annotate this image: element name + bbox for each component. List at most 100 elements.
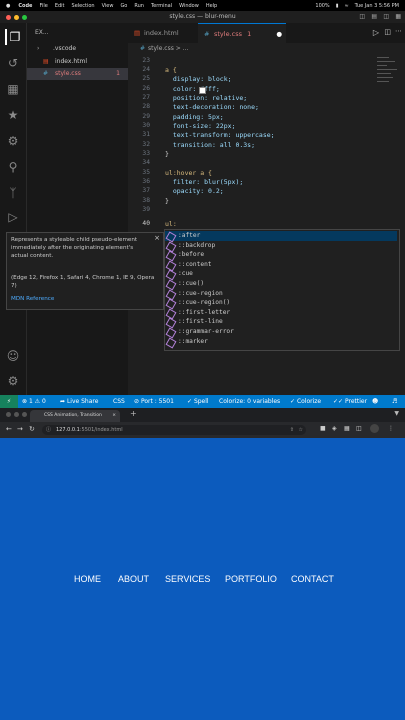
split-editor-icon[interactable]: ◫	[384, 28, 391, 36]
minimap[interactable]	[373, 55, 401, 115]
code-line-current[interactable]: ul:	[165, 220, 177, 228]
docker-icon[interactable]: ★	[5, 107, 21, 123]
breadcrumb-path[interactable]: style.css > ...	[148, 43, 188, 55]
notifications-bell-icon[interactable]: ♬	[392, 395, 397, 408]
code-line[interactable]: position: relative;	[165, 94, 247, 102]
extensions-icon[interactable]: ▦	[5, 81, 21, 97]
live-server-port[interactable]: ⊘ Port : 5501	[134, 395, 174, 408]
suggestion-item[interactable]: ::backdrop	[165, 241, 397, 253]
info-icon[interactable]: ⓘ	[46, 425, 51, 435]
git-branch-icon[interactable]: ᛉ	[5, 185, 21, 201]
tab-close-icon[interactable]: ×	[112, 410, 116, 422]
suggestion-item[interactable]: ::grammar-error	[165, 327, 397, 339]
suggestion-item[interactable]: ::cue()	[165, 279, 397, 291]
code-line[interactable]: }	[165, 197, 169, 205]
tab-style-css[interactable]: # style.css 1 ●	[198, 23, 286, 44]
close-icon[interactable]: ×	[154, 234, 160, 242]
suggestion-item[interactable]: ::marker	[165, 337, 397, 349]
suggestion-item[interactable]: ::content	[165, 260, 397, 272]
chrome-menu-icon[interactable]: ⋮	[388, 425, 394, 432]
nav-about-link[interactable]: ABOUT	[118, 574, 149, 584]
profile-avatar[interactable]	[370, 424, 379, 433]
breadcrumb[interactable]: # style.css > ...	[128, 43, 405, 55]
language-mode[interactable]: CSS	[113, 395, 125, 408]
nav-home-link[interactable]: HOME	[74, 574, 101, 584]
layout-sidebar-icon[interactable]: ◫	[359, 11, 365, 23]
search-icon[interactable]: ⚲	[5, 159, 21, 175]
wifi-icon[interactable]: ≈	[344, 3, 348, 9]
menu-help[interactable]: Help	[206, 3, 217, 9]
code-line[interactable]: ul:hover a {	[165, 169, 212, 177]
nav-contact-link[interactable]: CONTACT	[291, 574, 334, 584]
mdn-reference-link[interactable]: MDN Reference	[11, 296, 54, 302]
nav-portfolio-link[interactable]: PORTFOLIO	[225, 574, 277, 584]
code-line[interactable]: padding: 5px;	[165, 113, 224, 121]
tab-index-html[interactable]: ▤ index.html	[128, 23, 198, 43]
suggestion-item[interactable]: :before	[165, 250, 397, 262]
remote-explorer-icon[interactable]: ⚙	[5, 133, 21, 149]
colorize-button[interactable]: ✓ Colorize	[290, 395, 321, 408]
browser-minimize-button[interactable]	[14, 412, 19, 417]
suggestion-item[interactable]: :cue	[165, 269, 397, 281]
layout-panel-icon[interactable]: ▤	[371, 11, 377, 23]
forward-icon[interactable]: →	[17, 425, 23, 433]
feedback-icon[interactable]: ☻	[372, 395, 378, 408]
source-control-icon[interactable]: ↺	[5, 55, 21, 71]
code-line[interactable]: color: #fff;	[165, 85, 220, 93]
apple-icon[interactable]: ●	[6, 3, 10, 9]
account-icon[interactable]: ☺	[5, 348, 21, 364]
code-line[interactable]: transition: all 0.3s;	[165, 141, 255, 149]
prettier-button[interactable]: ✓✓ Prettier	[333, 395, 367, 408]
browser-maximize-button[interactable]	[22, 412, 27, 417]
suggestion-item[interactable]: :after	[165, 231, 397, 243]
file-style-css[interactable]: # style.css 1	[27, 68, 128, 80]
extension-icon[interactable]: ■	[320, 425, 326, 432]
code-line[interactable]: text-decoration: none;	[165, 103, 259, 111]
back-icon[interactable]: ←	[6, 425, 12, 433]
code-line[interactable]: font-size: 22px;	[165, 122, 236, 130]
suggestion-item[interactable]: ::cue-region()	[165, 298, 397, 310]
minimize-window-button[interactable]	[14, 15, 19, 20]
remote-indicator-icon[interactable]: ⚡	[0, 395, 18, 408]
layout-secondary-icon[interactable]: ◫	[383, 11, 389, 23]
run-debug-icon[interactable]: ▷	[5, 209, 21, 225]
code-line[interactable]: display: block;	[165, 75, 232, 83]
suggestion-item[interactable]: ::first-letter	[165, 308, 397, 320]
color-swatch-icon[interactable]	[199, 87, 206, 94]
code-line[interactable]: }	[165, 150, 169, 158]
suggestion-item[interactable]: ::cue-region	[165, 289, 397, 301]
menu-view[interactable]: View	[102, 3, 114, 9]
suggestion-item[interactable]: ::first-line	[165, 317, 397, 329]
colorize-variables[interactable]: Colorize: 0 variables	[219, 395, 280, 408]
menu-selection[interactable]: Selection	[72, 3, 95, 9]
share-icon[interactable]: ⇧	[290, 425, 294, 435]
close-window-button[interactable]	[6, 15, 11, 20]
menu-edit[interactable]: Edit	[55, 3, 65, 9]
code-line[interactable]: filter: blur(5px);	[165, 178, 243, 186]
unsaved-dot-icon[interactable]: ●	[276, 24, 282, 44]
clock[interactable]: Tue Jan 3 5:56 PM	[355, 3, 399, 9]
new-tab-icon[interactable]: +	[130, 409, 137, 418]
problems-indicator[interactable]: ⊗ 1 ⚠ 0	[22, 395, 46, 408]
maximize-window-button[interactable]	[22, 15, 27, 20]
menu-code[interactable]: Code	[18, 3, 32, 9]
run-icon[interactable]: ▷	[373, 28, 379, 37]
browser-tab[interactable]: CSS Animation, Transition ×	[30, 410, 120, 422]
live-share-button[interactable]: ➦ Live Share	[60, 395, 98, 408]
menu-window[interactable]: Window	[179, 3, 199, 9]
sidepanel-icon[interactable]: ◫	[356, 425, 362, 432]
browser-close-button[interactable]	[6, 412, 11, 417]
code-line[interactable]: text-transform: uppercase;	[165, 131, 275, 139]
code-line[interactable]: opacity: 0.2;	[165, 187, 224, 195]
extension-icon[interactable]: ◈	[332, 425, 337, 432]
menu-run[interactable]: Run	[134, 3, 144, 9]
address-bar[interactable]: ⓘ 127.0.0.1:5501/index.html ⇧ ☆	[42, 425, 306, 435]
menu-terminal[interactable]: Terminal	[151, 3, 172, 9]
extensions-puzzle-icon[interactable]: ▦	[344, 425, 350, 432]
more-actions-icon[interactable]: ⋯	[395, 27, 402, 35]
nav-services-link[interactable]: SERVICES	[165, 574, 210, 584]
tab-search-icon[interactable]: ▼	[394, 410, 399, 417]
spell-check[interactable]: ✓ Spell	[187, 395, 209, 408]
menu-file[interactable]: File	[39, 3, 47, 9]
settings-gear-icon[interactable]: ⚙	[5, 373, 21, 389]
